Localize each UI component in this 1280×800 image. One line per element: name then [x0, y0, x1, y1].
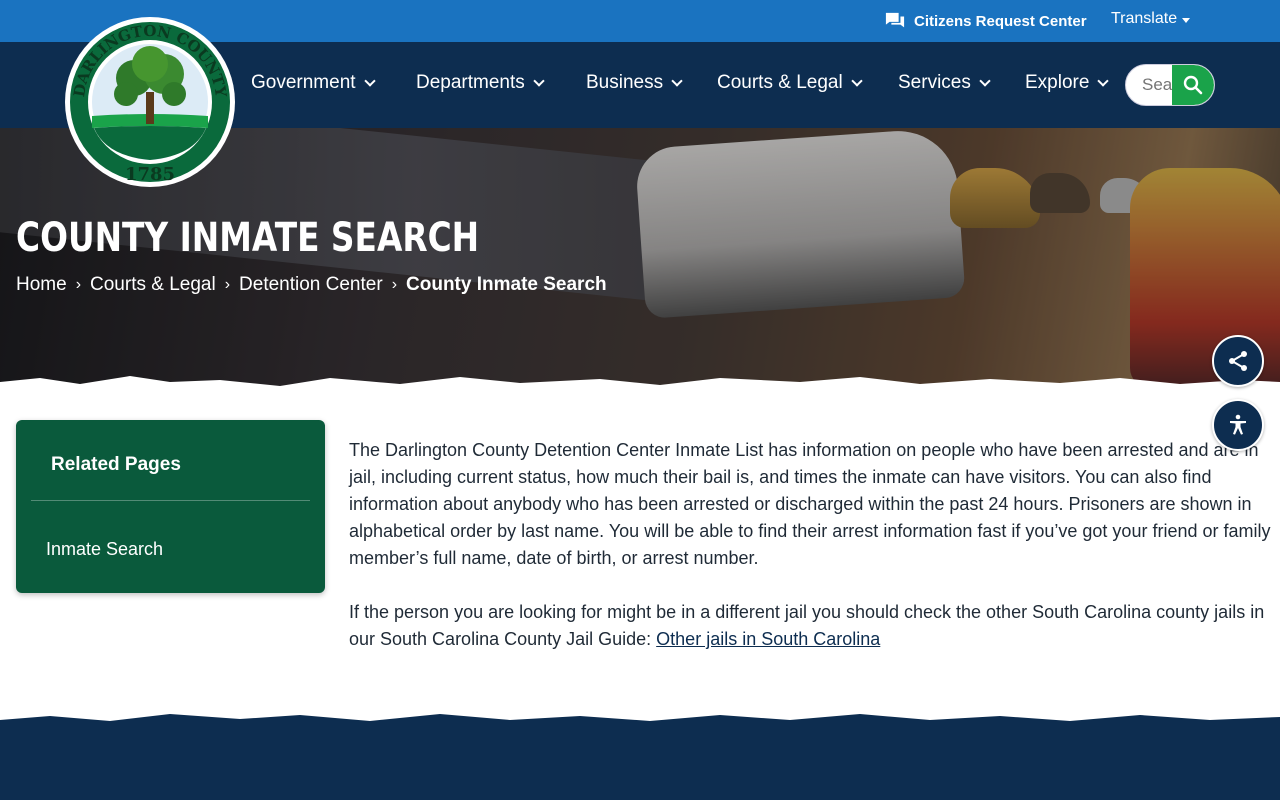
- nav-departments[interactable]: Departments: [416, 72, 545, 94]
- breadcrumb-current: County Inmate Search: [406, 274, 607, 295]
- chevron-down-icon: [851, 75, 863, 87]
- breadcrumb: Home › Courts & Legal › Detention Center…: [16, 274, 607, 296]
- chevron-down-icon: [979, 75, 991, 87]
- related-pages-heading: Related Pages: [51, 454, 181, 475]
- nav-business[interactable]: Business: [586, 72, 683, 94]
- nav-label: Explore: [1025, 72, 1090, 93]
- chevron-down-icon: [1097, 75, 1110, 87]
- citizens-request-label: Citizens Request Center: [914, 12, 1087, 30]
- intro-paragraph: The Darlington County Detention Center I…: [349, 440, 1271, 568]
- torn-edge-decoration: [0, 376, 1280, 390]
- nav-courts-legal[interactable]: Courts & Legal: [717, 72, 863, 94]
- related-pages-panel: Related Pages Inmate Search: [16, 420, 325, 593]
- jail-guide-paragraph: If the person you are looking for might …: [349, 599, 1274, 653]
- share-icon: [1229, 351, 1247, 371]
- torn-edge-decoration: [0, 714, 1280, 726]
- chevron-down-icon: [363, 75, 376, 87]
- breadcrumb-courts-legal[interactable]: Courts & Legal: [90, 274, 216, 296]
- nav-services[interactable]: Services: [898, 72, 991, 94]
- nav-label: Courts & Legal: [717, 72, 843, 93]
- nav-explore[interactable]: Explore: [1025, 72, 1110, 94]
- breadcrumb-separator-icon: ›: [75, 276, 82, 293]
- search-button[interactable]: [1172, 65, 1214, 105]
- nav-label: Government: [251, 72, 356, 93]
- related-link-inmate-search[interactable]: Inmate Search: [46, 539, 163, 560]
- chevron-down-icon: [533, 75, 545, 87]
- translate-label: Translate: [1111, 10, 1178, 27]
- citizens-request-link[interactable]: Citizens Request Center: [884, 10, 1087, 32]
- nav-label: Business: [586, 72, 664, 93]
- search-icon: [1183, 75, 1203, 95]
- breadcrumb-home[interactable]: Home: [16, 274, 67, 296]
- chevron-down-icon: [671, 75, 683, 87]
- accessibility-icon: [1230, 414, 1246, 435]
- breadcrumb-separator-icon: ›: [391, 276, 398, 293]
- share-button[interactable]: [1212, 335, 1264, 387]
- county-seal-logo[interactable]: DARLINGTON COUNTY 1785: [64, 16, 236, 188]
- nav-label: Services: [898, 72, 971, 93]
- breadcrumb-detention-center[interactable]: Detention Center: [239, 274, 383, 296]
- breadcrumb-separator-icon: ›: [224, 276, 231, 293]
- main-content: The Darlington County Detention Center I…: [349, 437, 1274, 680]
- search-box: [1125, 64, 1215, 106]
- nav-government[interactable]: Government: [251, 72, 376, 94]
- divider: [31, 500, 310, 501]
- footer: [0, 714, 1280, 800]
- caret-down-icon: [1182, 18, 1191, 23]
- page-title: COUNTY INMATE SEARCH: [16, 215, 480, 261]
- translate-dropdown[interactable]: Translate: [1111, 10, 1191, 28]
- seal-year: 1785: [125, 164, 175, 185]
- nav-label: Departments: [416, 72, 525, 93]
- accessibility-button[interactable]: [1212, 399, 1264, 451]
- other-jails-link[interactable]: Other jails in South Carolina: [656, 629, 880, 649]
- chat-icon: [885, 12, 905, 28]
